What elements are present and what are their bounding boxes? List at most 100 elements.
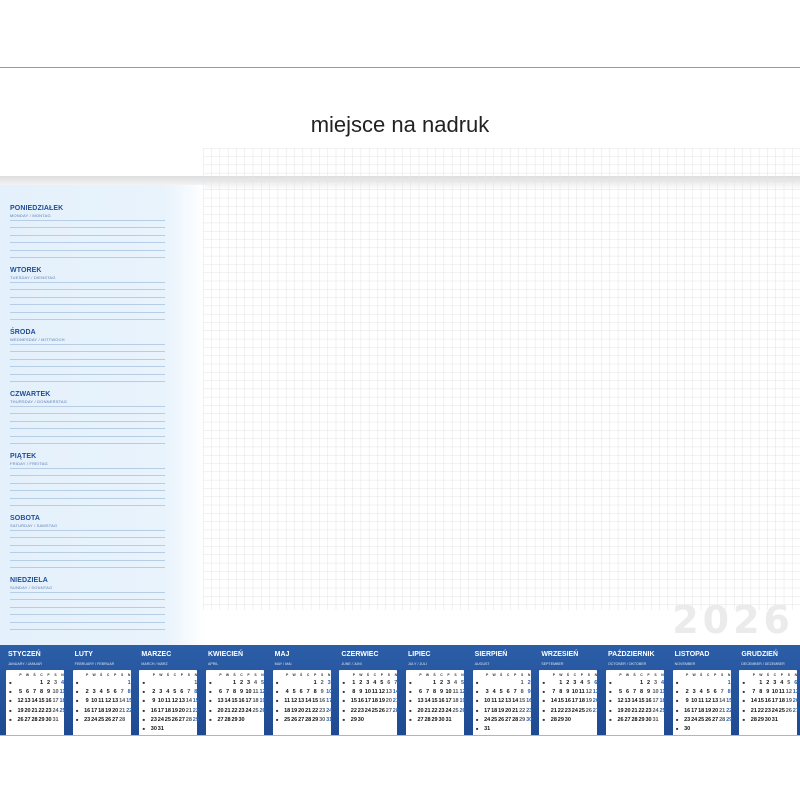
- calendar-day: 12: [459, 689, 466, 696]
- calendar-day: 25: [284, 716, 291, 723]
- calendar-day: 6: [594, 680, 598, 686]
- month-day-grid: P W Ś C P S N ■ 1 2 3 4 5 6 ■ 7 8 9 10 11 12 13 ■ 14 15 16 17 18 19 2…: [739, 670, 799, 735]
- month-name: MARZEC: [141, 651, 172, 658]
- calendar-day: 16: [764, 698, 771, 705]
- week-marker: ■: [675, 707, 679, 713]
- weekday-initial: N: [461, 673, 464, 677]
- calendar-day: 6: [713, 689, 717, 696]
- weekday-initial: N: [527, 673, 531, 677]
- weekday-header: PWŚCPSN: [139, 673, 197, 678]
- calendar-day: 20: [505, 707, 512, 714]
- calendar-day: 27: [592, 707, 599, 714]
- calendar-day: 9: [320, 689, 324, 696]
- calendar-day: 31: [652, 716, 659, 723]
- weekday-initial: P: [219, 673, 222, 677]
- calendar-day: 19: [705, 707, 712, 714]
- calendar-day: 10: [91, 698, 98, 705]
- calendar-day: 26: [259, 707, 266, 714]
- weekday-initial: P: [180, 673, 183, 677]
- weekday-initial: W: [159, 673, 163, 677]
- weekday-initial: N: [394, 673, 398, 677]
- calendar-day: 14: [512, 698, 519, 705]
- writing-line: [10, 311, 165, 313]
- weekday-translation: SUNDAY / SONNTAG: [10, 585, 53, 590]
- writing-line: [10, 592, 165, 593]
- calendar-day: 9: [359, 689, 363, 696]
- writing-line: [10, 373, 165, 375]
- weekday-initial: Ś: [366, 673, 369, 677]
- writing-line: [10, 629, 165, 630]
- calendar-day: 12: [291, 698, 298, 705]
- calendar-day: 22: [350, 707, 357, 714]
- writing-line: [10, 614, 165, 616]
- calendar-day: 11: [698, 698, 705, 705]
- calendar-day: 2: [766, 680, 770, 686]
- calendar-day: 25: [778, 707, 785, 714]
- calendar-day: 15: [231, 698, 238, 705]
- calendar-day: 10: [771, 689, 778, 696]
- calendar-day: 16: [150, 707, 157, 714]
- calendar-day: 28: [424, 716, 431, 723]
- weekday-initial: P: [380, 673, 383, 677]
- week-marker: ■: [675, 680, 679, 685]
- writing-line: [10, 505, 165, 506]
- calendar-day: 3: [573, 680, 577, 686]
- calendar-day: 26: [498, 716, 505, 723]
- week-row: ■ 12 13 14 15 16 17 18: [606, 698, 665, 707]
- weekday-initial: C: [706, 673, 710, 677]
- calendar-day: 13: [792, 689, 799, 696]
- calendar-day: 14: [224, 698, 231, 705]
- calendar-day: 8: [232, 689, 237, 696]
- weekday-initial: W: [292, 673, 296, 677]
- calendar-day: 21: [512, 707, 519, 714]
- calendar-day: 4: [60, 680, 65, 686]
- calendar-day: 27: [712, 716, 719, 723]
- writing-line: [10, 304, 165, 306]
- week-row: ■ 15 16 17 18 19 20 21: [339, 698, 399, 707]
- week-marker: ■: [9, 680, 12, 685]
- calendar-day: 24: [652, 707, 659, 714]
- calendar-day: 24: [91, 716, 98, 723]
- calendar-day: 28: [224, 716, 231, 723]
- calendar-day: 16: [564, 698, 571, 705]
- calendar-day: 11: [452, 689, 459, 696]
- calendar-day: 17: [157, 707, 164, 714]
- calendar-day: 5: [587, 680, 591, 686]
- month-name: LISTOPAD: [674, 651, 710, 658]
- calendar-day: 21: [719, 707, 726, 714]
- weekday-initial: P: [247, 673, 250, 677]
- calendar-day: 24: [157, 716, 164, 723]
- weekday-initial: W: [225, 673, 230, 677]
- calendar-day: 25: [164, 716, 171, 723]
- calendar-day: 9: [646, 689, 651, 696]
- weekday-name: CZWARTEK: [10, 391, 51, 398]
- weekday-name: NIEDZIELA: [10, 577, 48, 584]
- calendar-day: 2: [239, 680, 244, 686]
- calendar-day: 4: [166, 689, 170, 696]
- calendar-day: 2: [359, 680, 363, 686]
- calendar-day: 16: [238, 698, 245, 705]
- writing-line: [10, 621, 165, 623]
- calendar-day: 3: [485, 689, 489, 696]
- calendar-day: 27: [217, 716, 224, 723]
- calendar-day: 30: [526, 716, 533, 723]
- weekday-initial: S: [187, 673, 190, 677]
- week-row: ■ 31: [473, 726, 531, 735]
- calendar-day: 8: [39, 689, 44, 696]
- calendar-day: 17: [571, 698, 578, 705]
- weekday-initial: C: [440, 673, 443, 677]
- calendar-day: 30: [438, 716, 445, 723]
- calendar-day: 9: [527, 689, 531, 696]
- calendar-day: 3: [366, 680, 370, 686]
- calendar-day: 2: [46, 680, 51, 686]
- weekday-block: PIĄTEK FRIDAY / FREITAG: [10, 453, 165, 506]
- calendar-day: 12: [378, 689, 385, 696]
- week-marker: ■: [342, 716, 346, 722]
- week-marker: ■: [342, 689, 346, 695]
- writing-line: [10, 468, 165, 469]
- week-row: ■ 27 28 29 30 31: [406, 717, 464, 726]
- weekday-initial: S: [387, 673, 390, 677]
- month-day-grid: P W Ś C P S N ■ 1 2 3 ■ 4 5 6 7 8 9 10 ■ 11 12 13 14 15 16 17 ■ 18 19…: [272, 670, 332, 735]
- calendar-day: 27: [24, 716, 31, 723]
- week-marker: ■: [209, 689, 212, 695]
